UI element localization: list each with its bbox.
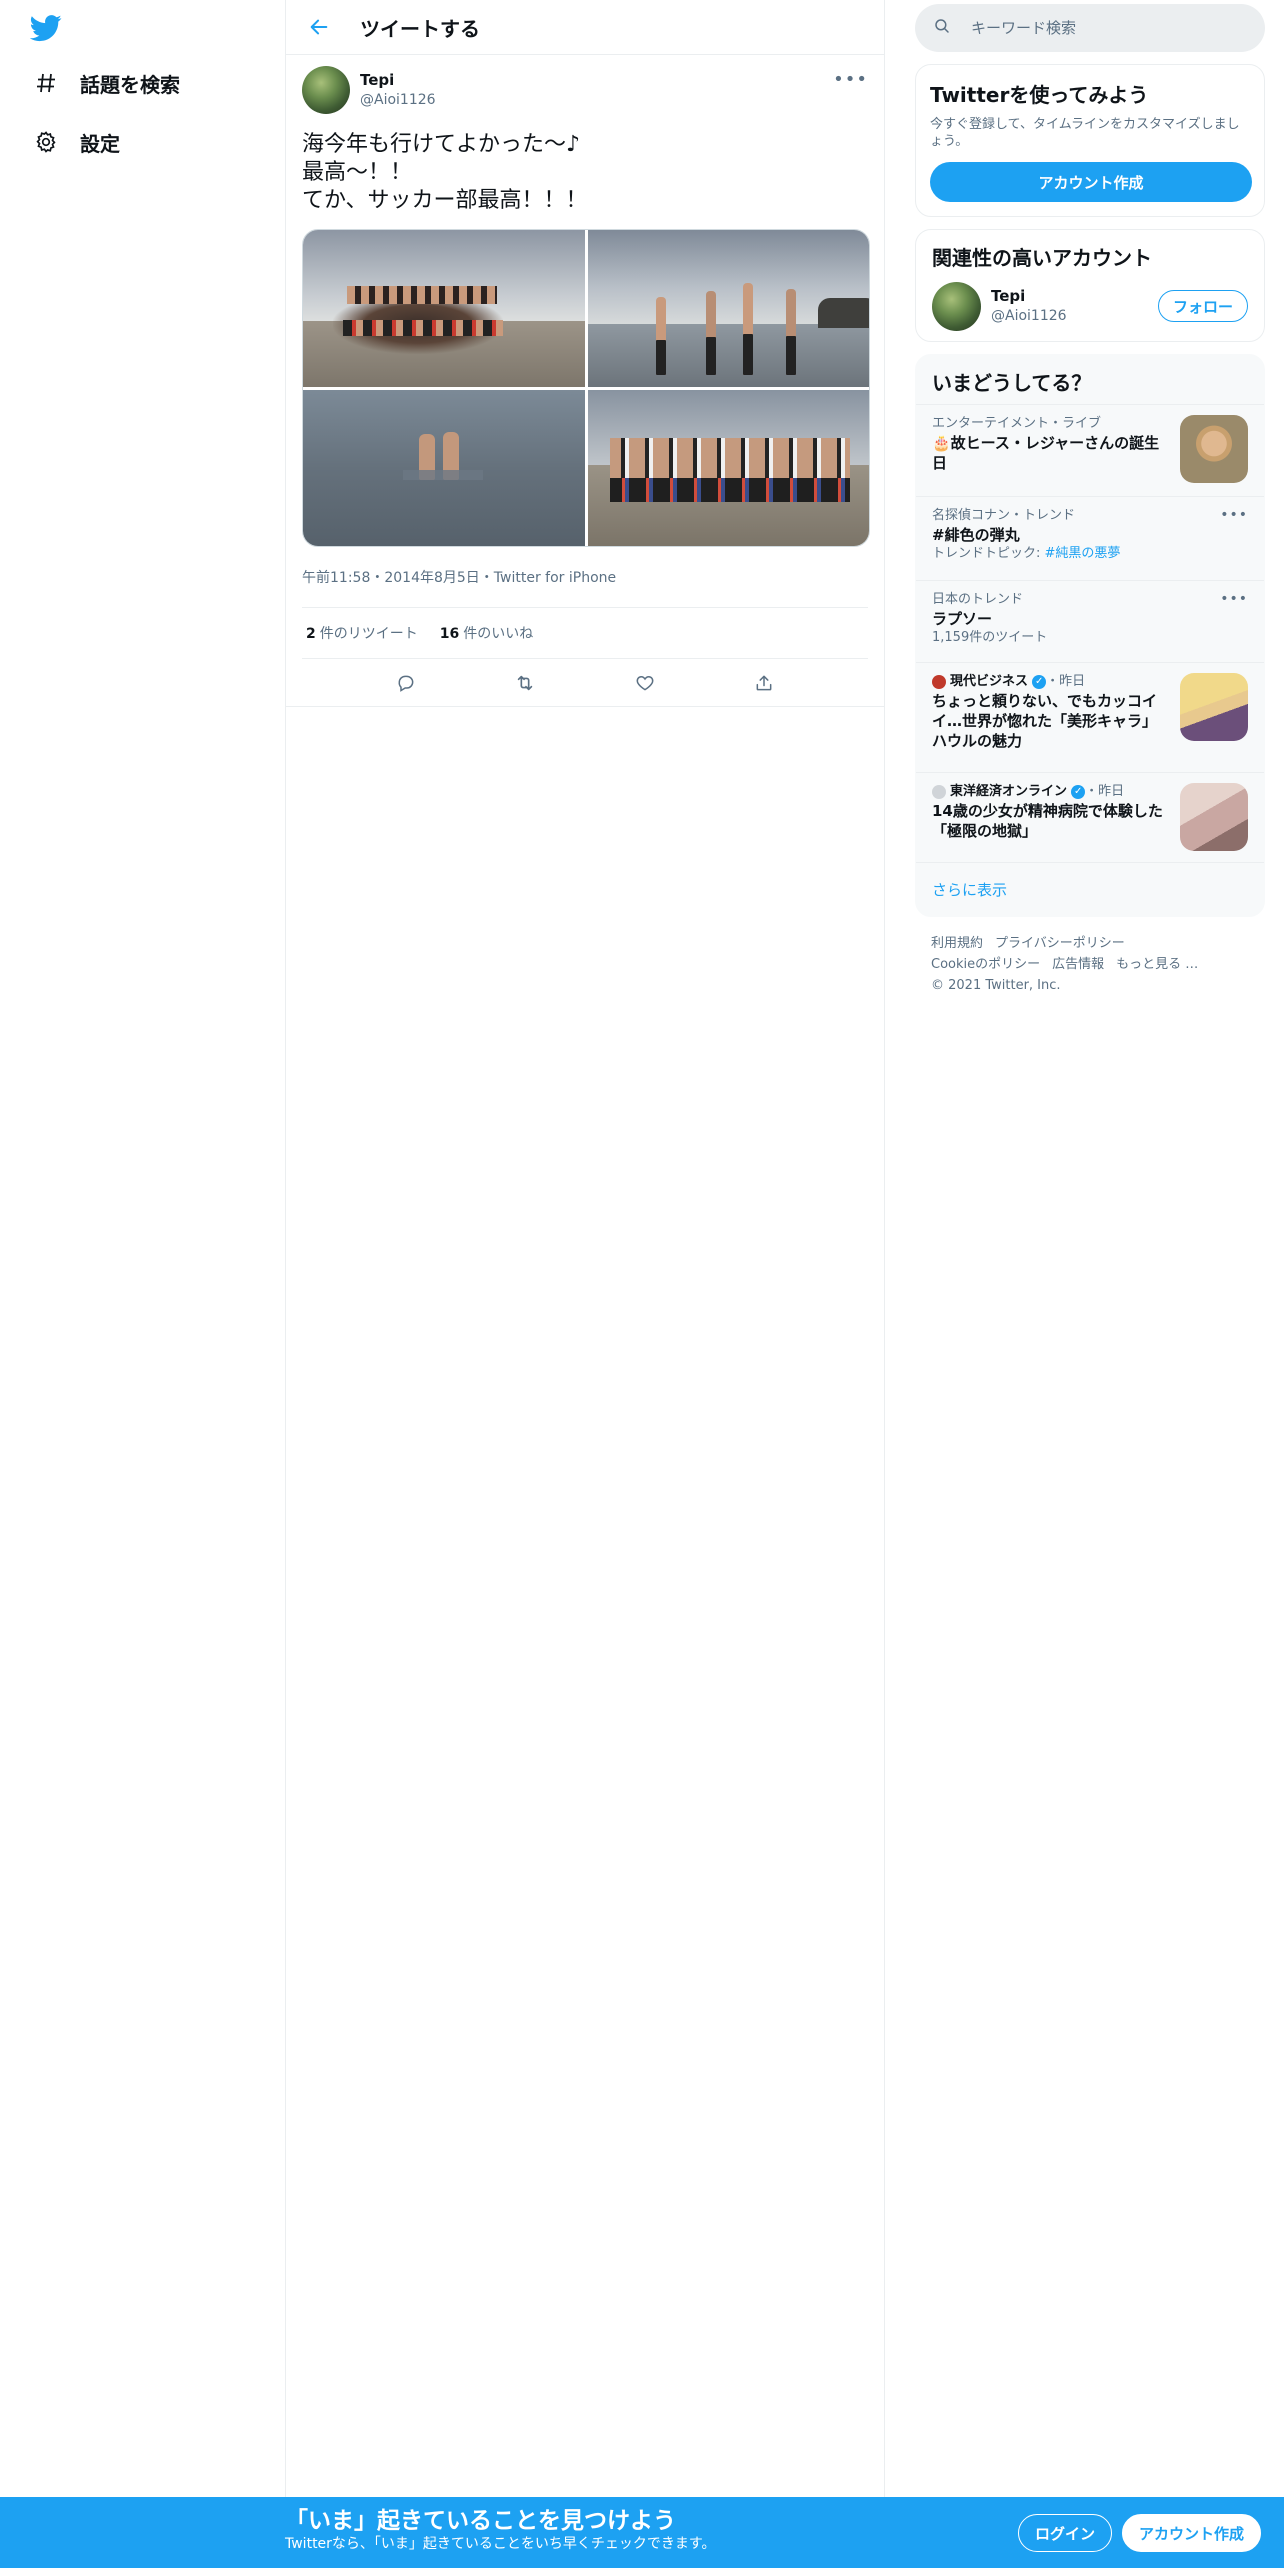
follow-button[interactable]: フォロー bbox=[1157, 290, 1248, 322]
tweet-text: 海今年も行けてよかった〜♪ 最高〜！！ てか、サッカー部最高！！！ bbox=[302, 132, 588, 213]
avatar[interactable] bbox=[932, 281, 981, 331]
nav-explore[interactable]: 話題を検索 bbox=[32, 63, 180, 103]
user-name: Tepi bbox=[991, 287, 1026, 305]
tweet-photo-4[interactable] bbox=[588, 390, 869, 546]
right-sidebar: Twitterを使ってみよう 今すぐ登録して、タイムラインをカスタマイズしましょ… bbox=[915, 0, 1265, 1012]
hashtag-icon bbox=[32, 69, 60, 97]
signup-title: Twitterを使ってみよう bbox=[930, 83, 1149, 107]
source-name: 現代ビジネス bbox=[950, 674, 1029, 689]
user-handle: @Aioi1126 bbox=[991, 308, 1067, 324]
create-account-button[interactable]: アカウント作成 bbox=[930, 162, 1252, 202]
news-item[interactable]: 現代ビジネス ✓ ・昨日 ちょっと頼りない、でもカッコイイ…世界が惚れた「美形キャ… bbox=[916, 663, 1264, 773]
user-name: Tepi bbox=[360, 71, 395, 89]
tweet-header: Tepi @Aioi1126 bbox=[302, 65, 868, 115]
trend-sub-prefix: トレンドトピック: bbox=[932, 546, 1045, 561]
related-title: 関連性の高いアカウント bbox=[932, 246, 1152, 270]
banner-subtitle: Twitterなら、「いま」起きていることをいち早くチェックできます。 bbox=[285, 2536, 716, 2552]
main-column: ツイートする Tepi @Aioi1126 ••• 海今年も行けてよかった〜♪ … bbox=[285, 0, 885, 2568]
more-icon[interactable]: ••• bbox=[1220, 591, 1248, 607]
banner-text: 「いま」起きていることを見つけよう Twitterなら、「いま」起きていることを… bbox=[285, 2507, 716, 2554]
trend-title: ラプソー bbox=[932, 610, 993, 628]
tweet: Tepi @Aioi1126 ••• 海今年も行けてよかった〜♪ 最高〜！！ て… bbox=[286, 55, 884, 707]
tweet-author[interactable]: Tepi @Aioi1126 bbox=[360, 70, 436, 110]
trend-item[interactable]: エンターテイメント・ライブ 🎂故ヒース・レジャーさんの誕生日 bbox=[916, 405, 1264, 497]
trend-subtitle: トレンドトピック: #純黒の悪夢 bbox=[932, 545, 1248, 563]
main-header: ツイートする bbox=[286, 0, 884, 55]
verified-badge-icon: ✓ bbox=[1071, 784, 1086, 799]
search-box[interactable] bbox=[915, 4, 1265, 52]
twitter-bird-icon[interactable] bbox=[29, 12, 62, 44]
news-time: ・昨日 bbox=[1046, 674, 1086, 689]
source-logo-icon bbox=[932, 674, 946, 689]
trend-context: 日本のトレンド bbox=[932, 592, 1024, 607]
left-nav: 話題を検索 設定 bbox=[0, 0, 285, 2568]
nav-settings[interactable]: 設定 bbox=[32, 122, 120, 162]
like-count[interactable]: 16 件のいいね bbox=[440, 623, 533, 643]
verified-badge-icon: ✓ bbox=[1032, 674, 1047, 689]
trend-tweet-count: 1,159件のツイート bbox=[932, 630, 1048, 645]
more-icon[interactable]: ••• bbox=[833, 69, 868, 90]
news-time: ・昨日 bbox=[1085, 784, 1125, 799]
tweet-actions bbox=[286, 659, 884, 707]
related-accounts-card: 関連性の高いアカウント Tepi @Aioi1126 フォロー bbox=[915, 229, 1265, 342]
trend-context: 名探偵コナン・トレンド bbox=[932, 508, 1076, 523]
search-input[interactable] bbox=[971, 19, 1231, 37]
banner-title: 「いま」起きていることを見つけよう bbox=[285, 2508, 676, 2534]
tweet-photo-2[interactable] bbox=[588, 230, 869, 387]
source-name: 東洋経済オンライン bbox=[950, 784, 1068, 799]
search-icon bbox=[933, 17, 951, 39]
signup-description: 今すぐ登録して、タイムラインをカスタマイズしましょう。 bbox=[930, 117, 1240, 149]
footer-link-ads[interactable]: 広告情報 bbox=[1052, 957, 1104, 972]
retweet-label: 件のリツイート bbox=[319, 626, 418, 642]
related-user[interactable]: Tepi @Aioi1126 bbox=[991, 286, 1067, 326]
footer-links: 利用規約 プライバシーポリシー Cookieのポリシー 広告情報 もっと見る … © … bbox=[915, 917, 1265, 1012]
footer-link-terms[interactable]: 利用規約 bbox=[931, 936, 983, 951]
more-icon[interactable]: ••• bbox=[1220, 507, 1248, 523]
login-button[interactable]: ログイン bbox=[1018, 2514, 1113, 2552]
tweet-photo-1[interactable] bbox=[303, 230, 585, 387]
retweet-number: 2 bbox=[306, 626, 316, 642]
share-icon[interactable] bbox=[746, 665, 782, 701]
trend-item[interactable]: 日本のトレンド ラプソー 1,159件のツイート ••• bbox=[916, 581, 1264, 663]
avatar[interactable] bbox=[302, 66, 350, 114]
related-account[interactable]: Tepi @Aioi1126 フォロー bbox=[916, 271, 1264, 341]
footer-link-more[interactable]: もっと見る … bbox=[1116, 957, 1198, 972]
nav-settings-label: 設定 bbox=[80, 131, 120, 156]
gear-icon bbox=[32, 128, 60, 156]
nav-explore-label: 話題を検索 bbox=[80, 72, 180, 97]
tweet-photo-3[interactable] bbox=[303, 390, 585, 546]
trends-card: いまどうしてる？ エンターテイメント・ライブ 🎂故ヒース・レジャーさんの誕生日 … bbox=[915, 354, 1265, 917]
page-title: ツイートする bbox=[360, 16, 480, 41]
footer-link-cookies[interactable]: Cookieのポリシー bbox=[931, 957, 1040, 972]
back-arrow-icon[interactable] bbox=[302, 10, 336, 44]
bottom-signup-banner: 「いま」起きていることを見つけよう Twitterなら、「いま」起きていることを… bbox=[0, 2497, 1284, 2568]
user-handle: @Aioi1126 bbox=[360, 92, 436, 108]
tweet-media bbox=[302, 229, 870, 547]
signup-card: Twitterを使ってみよう 今すぐ登録して、タイムラインをカスタマイズしましょ… bbox=[915, 64, 1265, 217]
tweet-timestamp[interactable]: 午前11:58・2014年8月5日・Twitter for iPhone bbox=[302, 567, 868, 591]
copyright: © 2021 Twitter, Inc. bbox=[931, 978, 1061, 993]
trend-item[interactable]: 名探偵コナン・トレンド #緋色の弾丸 トレンドトピック: #純黒の悪夢 ••• bbox=[916, 497, 1264, 581]
like-icon[interactable] bbox=[627, 665, 663, 701]
like-number: 16 bbox=[439, 626, 460, 642]
footer-link-privacy[interactable]: プライバシーポリシー bbox=[995, 936, 1125, 951]
news-thumbnail bbox=[1180, 673, 1248, 741]
source-logo-icon bbox=[932, 784, 946, 799]
news-item[interactable]: 東洋経済オンライン ✓ ・昨日 14歳の少女が精神病院で体験した「極限の地獄」 bbox=[916, 773, 1264, 863]
trend-title: #緋色の弾丸 bbox=[932, 526, 1020, 544]
trend-thumbnail bbox=[1180, 415, 1248, 483]
reply-icon[interactable] bbox=[388, 665, 424, 701]
tweet-stats: 2 件のリツイート 16 件のいいね bbox=[302, 607, 868, 659]
trends-title: いまどうしてる？ bbox=[916, 355, 1264, 405]
show-more-link[interactable]: さらに表示 bbox=[916, 863, 1264, 916]
retweet-count[interactable]: 2 件のリツイート bbox=[306, 623, 418, 643]
news-thumbnail bbox=[1180, 783, 1248, 851]
like-label: 件のいいね bbox=[463, 626, 534, 642]
signup-button[interactable]: アカウント作成 bbox=[1122, 2514, 1262, 2552]
retweet-icon[interactable] bbox=[507, 665, 543, 701]
trend-topic-link[interactable]: #純黒の悪夢 bbox=[1045, 546, 1121, 561]
